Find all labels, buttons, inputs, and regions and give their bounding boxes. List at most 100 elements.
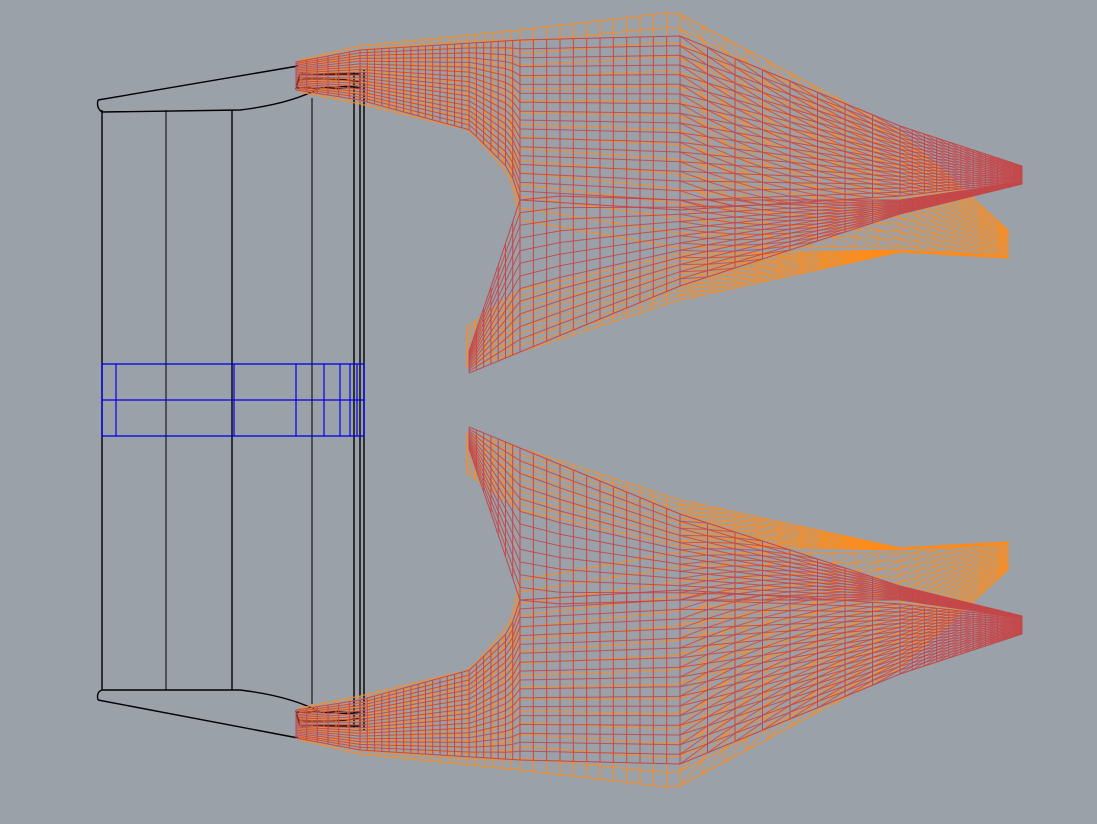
mesh-diagonal	[789, 262, 813, 265]
mesh-diagonal	[745, 49, 769, 74]
mesh-diagonal	[701, 748, 725, 775]
mesh-diagonal	[997, 618, 1010, 621]
mesh-diagonal	[811, 546, 835, 549]
mesh-diagonal	[701, 25, 725, 52]
mesh-diagonal	[767, 260, 791, 263]
lower-tail-mesh[interactable]	[295, 426, 1023, 765]
mesh-diagonal	[767, 661, 791, 681]
mesh-diagonal	[811, 540, 835, 542]
mesh-diagonal	[833, 254, 857, 257]
mesh-diagonal	[1009, 178, 1023, 180]
mesh-diagonal	[960, 614, 974, 617]
mesh-diagonal	[960, 611, 974, 614]
mesh-diagonal	[745, 265, 769, 268]
mesh-diagonal	[844, 204, 873, 207]
mesh-diagonal	[707, 64, 736, 84]
mesh-diagonal	[723, 516, 747, 519]
mesh-diagonal	[935, 556, 955, 567]
mesh-diagonal	[877, 237, 901, 247]
mesh-diagonal	[899, 570, 919, 583]
mesh-diagonal	[707, 593, 736, 601]
mesh-diagonal	[917, 565, 937, 578]
mesh-diagonal	[762, 657, 791, 671]
mesh-diagonal	[745, 691, 769, 714]
mesh-diagonal	[734, 594, 763, 601]
mesh-diagonal	[707, 691, 736, 709]
mesh-diagonal	[679, 180, 708, 191]
mesh-diagonal	[817, 588, 846, 591]
mesh-diagonal	[679, 249, 708, 252]
mesh-diagonal	[960, 183, 974, 186]
mesh-diagonal	[844, 601, 873, 607]
mesh-diagonal	[917, 222, 937, 235]
mesh-diagonal	[767, 530, 791, 532]
mesh-diagonal	[973, 180, 986, 184]
mesh-diagonal	[767, 119, 791, 139]
mesh-diagonal	[789, 256, 813, 258]
mesh-diagonal	[960, 186, 974, 189]
mesh-diagonal	[855, 237, 879, 247]
body-bottom-taper	[97, 699, 299, 739]
mesh-diagonal	[745, 523, 769, 526]
mesh-diagonal	[899, 599, 913, 602]
mesh-diagonal	[723, 281, 747, 284]
mesh-diagonal	[789, 535, 813, 538]
mesh-diagonal	[833, 236, 857, 247]
upper-tail-mesh[interactable]	[295, 35, 1023, 374]
mesh-diagonal	[762, 219, 791, 222]
mesh-diagonal	[1009, 620, 1023, 622]
mesh-diagonal	[762, 129, 791, 143]
mesh-diagonal	[745, 532, 769, 535]
mesh-diagonal	[723, 527, 747, 529]
mesh-diagonal	[973, 182, 986, 185]
mesh-diagonal	[973, 613, 986, 615]
mesh-diagonal	[679, 242, 708, 246]
mesh-diagonal	[745, 726, 769, 751]
mesh-diagonal	[679, 285, 703, 288]
mesh-diagonal	[811, 253, 835, 255]
mesh-diagonal	[973, 615, 986, 618]
body-top-taper	[97, 65, 299, 101]
mesh-diagonal	[679, 13, 703, 41]
mesh-diagonal	[707, 199, 736, 207]
mesh-diagonal	[701, 520, 725, 522]
mesh-diagonal	[833, 553, 857, 564]
mesh-diagonal	[745, 274, 769, 277]
mesh-diagonal	[811, 545, 835, 547]
mesh-diagonal	[985, 180, 998, 183]
mesh-diagonal	[855, 553, 879, 563]
mesh-diagonal	[707, 675, 736, 691]
mesh-diagonal	[767, 268, 791, 270]
upper-tail-mesh-deformed[interactable]	[299, 12, 1009, 368]
mesh-diagonal	[707, 582, 736, 588]
mesh-diagonal	[679, 548, 708, 551]
center-section[interactable]	[101, 363, 365, 437]
mesh-diagonal	[789, 589, 818, 593]
wireframe-scene[interactable]	[0, 0, 1097, 824]
mesh-diagonal	[679, 228, 708, 233]
mesh-diagonal	[679, 256, 708, 259]
mesh-diagonal	[679, 609, 708, 620]
mesh-diagonal	[707, 109, 736, 125]
cad-viewport[interactable]	[0, 0, 1097, 824]
mesh-diagonal	[679, 554, 708, 558]
mesh-diagonal	[948, 187, 962, 190]
mesh-diagonal	[899, 217, 919, 230]
mesh-diagonal	[679, 561, 708, 565]
mesh-diagonal	[762, 578, 791, 581]
mesh-diagonal	[948, 610, 962, 613]
lower-tail-mesh-deformed[interactable]	[299, 432, 1009, 788]
mesh-diagonal	[734, 609, 763, 619]
mesh-diagonal	[707, 601, 736, 611]
mesh-diagonal	[789, 207, 818, 211]
mesh-diagonal	[811, 258, 835, 260]
mesh-diagonal	[985, 182, 998, 184]
mesh-diagonal	[701, 278, 725, 280]
mesh-diagonal	[679, 235, 708, 239]
mesh-diagonal	[723, 271, 747, 273]
mesh-diagonal	[734, 199, 763, 206]
mesh-diagonal	[985, 616, 998, 618]
mesh-diagonal	[833, 543, 857, 546]
mesh-diagonal	[734, 227, 763, 230]
mesh-diagonal	[811, 135, 835, 154]
